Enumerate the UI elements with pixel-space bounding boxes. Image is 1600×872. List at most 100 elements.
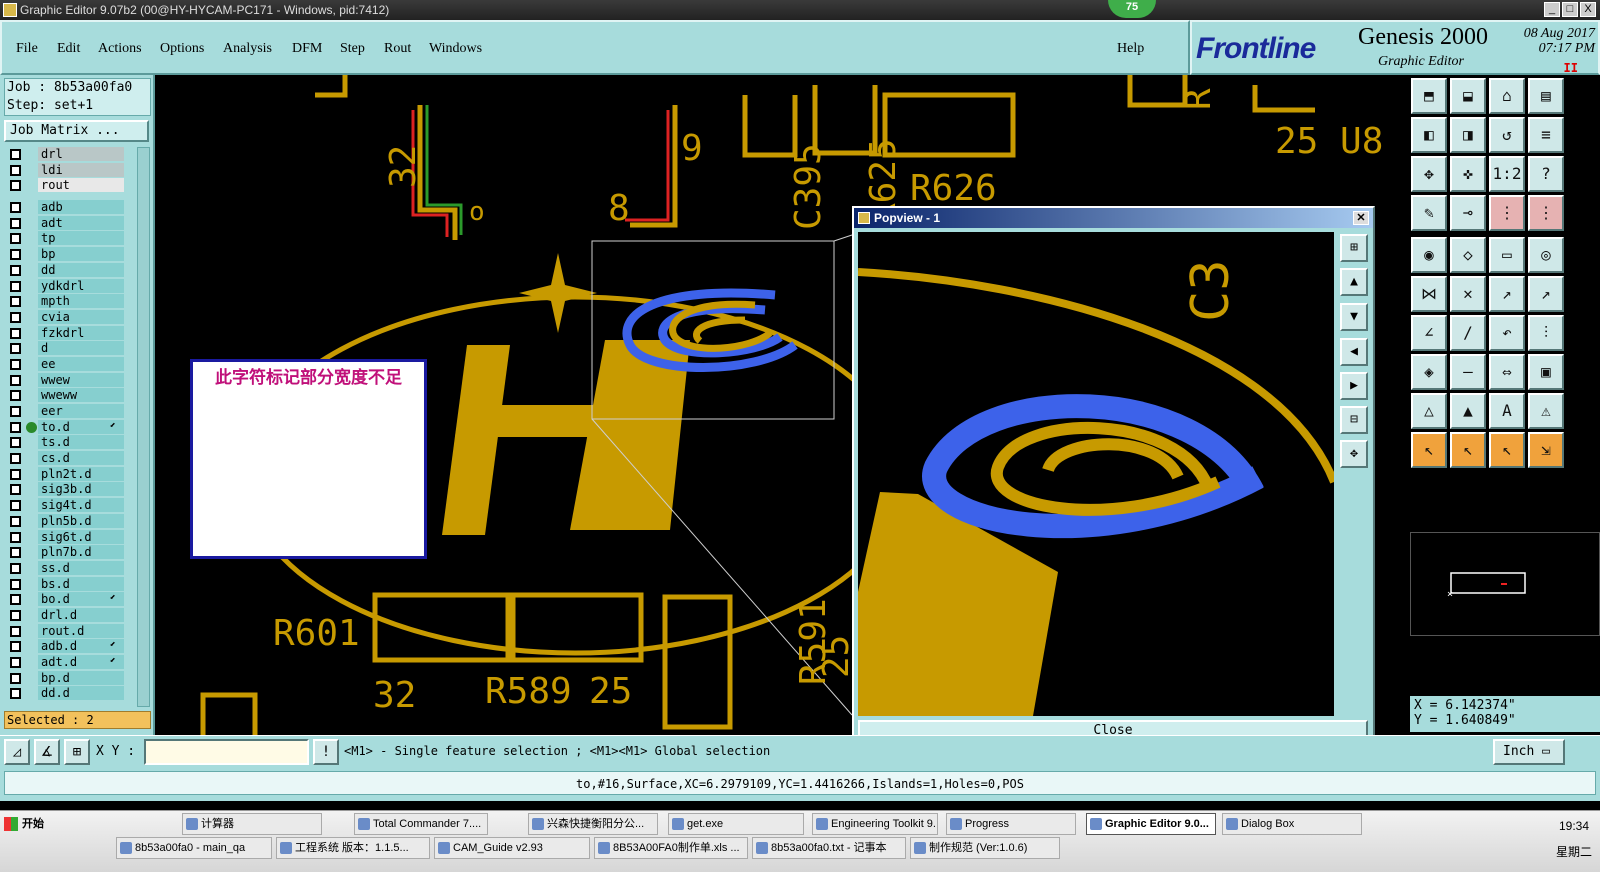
units-dropdown[interactable]: Inch ▭ [1493,739,1565,765]
popview-zoom-in-button[interactable]: ⊞ [1340,234,1368,262]
layer-row[interactable]: wweww [4,388,134,404]
layer-row[interactable]: adb [4,200,134,216]
layer-row[interactable]: ydkdrl [4,278,134,295]
layer-name[interactable]: pln2t.d [38,466,124,481]
popview-pan-up-button[interactable]: ▲ [1340,268,1368,296]
layer-checkbox[interactable] [10,374,21,386]
overview-map[interactable]: × [1410,532,1600,636]
menu-edit[interactable]: Edit [57,41,80,57]
layer-name[interactable]: wwew [38,372,124,387]
layer-row[interactable]: rout [4,178,134,194]
layer-name[interactable]: dd [38,262,124,277]
tool-delete-icon[interactable]: ✕ [1450,276,1486,312]
layer-row[interactable]: ee [4,356,134,373]
menu-step[interactable]: Step [340,41,365,57]
layer-row[interactable]: pln2t.d [4,466,134,483]
tool-pan-icon[interactable]: ✜ [1450,156,1486,192]
layer-row[interactable]: cvia [4,309,134,326]
layer-row[interactable]: tp [4,231,134,247]
layer-checkbox[interactable] [10,180,21,192]
layer-checkbox[interactable] [10,327,21,339]
layer-checkbox[interactable] [10,578,21,590]
tool-copy-icon[interactable]: ◈ [1411,354,1447,390]
layer-row[interactable]: dd.d [4,686,134,702]
layer-name[interactable]: ee [38,356,124,371]
tool-move2-icon[interactable]: ↗ [1528,276,1564,312]
taskbar-button[interactable]: CAM_Guide v2.93 [434,837,590,859]
layer-name[interactable]: drl.d [38,607,124,622]
popview-zoom-out-button[interactable]: ⊟ [1340,406,1368,434]
tool-fit-icon[interactable]: ✥ [1411,156,1447,192]
tool-select-icon[interactable]: ↖ [1411,432,1447,468]
taskbar-button[interactable]: get.exe [668,813,804,835]
layer-name[interactable]: ldi [38,162,124,177]
tool-house-icon[interactable]: ⌂ [1489,78,1525,114]
tool-undo-icon[interactable]: ↺ [1489,117,1525,153]
measure-icon[interactable]: ∡ [34,739,60,765]
layer-row[interactable]: drl.d [4,607,134,624]
layer-row[interactable]: ss.d [4,560,134,577]
layer-checkbox[interactable] [10,453,21,465]
popview-pan-left-button[interactable]: ◀ [1340,338,1368,366]
tool-resize-icon[interactable]: ⇔ [1489,354,1525,390]
layer-row[interactable]: ts.d [4,435,134,451]
layer-checkbox[interactable] [10,280,21,292]
tool-target-icon[interactable]: ◎ [1528,237,1564,273]
tool-shape-icon[interactable]: ◇ [1450,237,1486,273]
layer-name[interactable]: pln5b.d [38,513,124,528]
tool-lines-icon[interactable]: ≡ [1528,117,1564,153]
layer-name[interactable]: mpth [38,294,124,309]
taskbar-button[interactable]: 8b53a00fa0.txt - 记事本 [752,837,906,859]
layer-name[interactable]: drl [38,147,124,161]
layer-name[interactable]: sig6t.d [38,529,124,544]
layer-name[interactable]: d [38,341,124,356]
popview-fit-button[interactable]: ✥ [1340,440,1368,468]
layer-checkbox[interactable] [10,657,21,668]
layer-checkbox[interactable] [10,343,21,355]
layer-row[interactable]: sig3b.d [4,482,134,498]
layer-name[interactable]: adb [38,200,124,215]
layer-row[interactable]: mpth [4,294,134,310]
grid-icon[interactable]: ⊞ [64,739,90,765]
layer-row[interactable]: pln5b.d [4,513,134,530]
menu-dfm[interactable]: DFM [292,41,322,57]
layer-row[interactable]: ldi [4,162,134,179]
layer-checkbox[interactable] [10,594,21,606]
layer-checkbox[interactable] [10,233,21,245]
layer-name[interactable]: rout.d [38,623,124,638]
popview-pan-right-button[interactable]: ▶ [1340,372,1368,400]
tool-fill-icon[interactable]: ▣ [1528,354,1564,390]
layer-row[interactable]: adt.d ⬋ [4,655,134,671]
layer-checkbox[interactable] [10,641,21,653]
system-clock[interactable]: 19:34 星期二 [1556,813,1592,865]
layer-name[interactable]: cs.d [38,451,124,466]
taskbar-button[interactable]: 8b53a00fa0 - main_qa [116,837,272,859]
layer-name[interactable]: sig4t.d [38,498,124,513]
menu-rout[interactable]: Rout [384,41,411,57]
layer-name[interactable]: pln7b.d [38,545,124,560]
layer-row[interactable]: adb.d ⬋ [4,639,134,655]
layer-name[interactable]: ts.d [38,435,124,450]
layer-name[interactable]: ss.d [38,560,124,575]
layer-checkbox[interactable] [10,406,21,417]
menu-file[interactable]: File [16,41,38,57]
popview-pan-down-button[interactable]: ▼ [1340,303,1368,331]
taskbar-button[interactable]: Graphic Editor 9.0... [1086,813,1216,835]
tool-left-icon[interactable]: ◧ [1411,117,1447,153]
layer-name[interactable]: bp.d [38,670,124,685]
layer-name[interactable]: bs.d [38,576,124,591]
tool-pen-icon[interactable]: ✎ [1411,195,1447,231]
tool-scale-icon[interactable]: 1:2 [1489,156,1525,192]
layer-row[interactable]: rout.d [4,623,134,640]
layer-name[interactable]: eer [38,404,124,418]
start-button[interactable]: 开始 [2,813,62,835]
taskbar-button[interactable]: Dialog Box [1222,813,1362,835]
tool-right-icon[interactable]: ◨ [1450,117,1486,153]
layer-row[interactable]: sig4t.d [4,498,134,514]
layer-checkbox[interactable] [10,217,21,229]
layer-checkbox[interactable] [10,149,21,160]
layer-checkbox[interactable] [10,264,21,276]
layer-row[interactable]: sig6t.d [4,529,134,546]
layer-row[interactable]: bs.d [4,576,134,593]
layer-scrollbar[interactable] [137,147,150,707]
